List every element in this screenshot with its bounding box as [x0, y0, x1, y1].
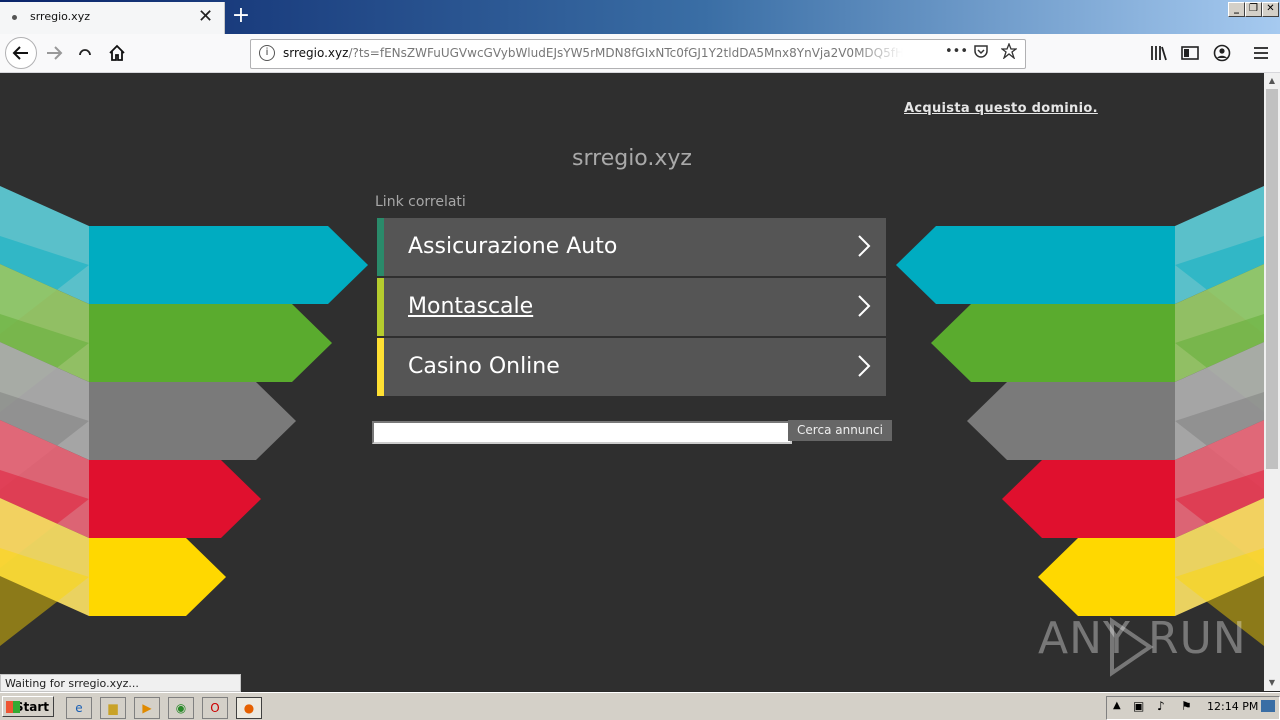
- watermark-right-text: RUN: [1148, 613, 1247, 664]
- browser-tab[interactable]: srregio.xyz ✕: [0, 2, 225, 34]
- related-link-label: Montascale: [408, 294, 534, 319]
- url-text[interactable]: srregio.xyz/?ts=fENsZWFuUGVwcGVybWludEJs…: [283, 46, 903, 60]
- opera-icon[interactable]: O: [202, 697, 228, 719]
- right-arrow-band: [896, 226, 1175, 304]
- system-tray: ▲ ▣ ♪ ⚑ 12:14 PM: [1106, 696, 1280, 720]
- back-arrow-icon: [12, 46, 28, 60]
- scroll-down-icon[interactable]: ▼: [1264, 675, 1280, 691]
- folder-icon[interactable]: ▆: [100, 697, 126, 719]
- forward-button[interactable]: [40, 39, 68, 67]
- windows-taskbar: Start e ▆ ▶ ◉ O ● ▲ ▣ ♪ ⚑ 12:14 PM: [0, 692, 1280, 720]
- bookmark-star-icon[interactable]: [1000, 42, 1018, 63]
- tray-expand-icon[interactable]: ▲: [1113, 700, 1121, 711]
- right-arrow-band: [1002, 460, 1175, 538]
- back-button[interactable]: [5, 37, 37, 69]
- left-arrow-band: [89, 304, 332, 382]
- tab-close-icon[interactable]: ✕: [198, 6, 213, 27]
- right-arrow-band: [967, 382, 1175, 460]
- home-button[interactable]: [103, 39, 131, 67]
- page-scrollbar[interactable]: ▲ ▼: [1264, 73, 1280, 691]
- link-accent-bar: [377, 278, 384, 336]
- left-arrow-band: [89, 382, 296, 460]
- account-icon[interactable]: [1208, 39, 1236, 67]
- scroll-up-icon[interactable]: ▲: [1264, 73, 1280, 89]
- firefox-icon[interactable]: ●: [236, 697, 262, 719]
- restore-button[interactable]: ❐: [1245, 2, 1262, 17]
- site-info-icon[interactable]: i: [259, 45, 275, 61]
- pocket-icon[interactable]: [973, 43, 989, 63]
- search-ads-button[interactable]: Cerca annunci: [788, 420, 892, 441]
- left-arrow-band: [89, 460, 261, 538]
- related-link-1[interactable]: Assicurazione Auto: [377, 218, 886, 276]
- related-link-2[interactable]: Montascale: [377, 278, 886, 336]
- chevron-right-icon: [858, 235, 871, 257]
- windows-logo-icon: [6, 701, 20, 713]
- ie-icon[interactable]: e: [66, 697, 92, 719]
- new-tab-button[interactable]: +: [231, 2, 251, 30]
- library-icon[interactable]: [1145, 39, 1173, 67]
- buy-domain-link[interactable]: Acquista questo dominio.: [904, 101, 1098, 116]
- link-accent-bar: [377, 218, 384, 276]
- forward-arrow-icon: [47, 46, 63, 60]
- search-ads-input[interactable]: [372, 421, 792, 444]
- media-player-icon[interactable]: ▶: [134, 697, 160, 719]
- start-button[interactable]: Start: [2, 696, 54, 717]
- tab-loading-icon: [12, 15, 17, 20]
- menu-icon[interactable]: [1247, 39, 1275, 67]
- web-page: Acquista questo dominio. srregio.xyz Lin…: [0, 73, 1264, 691]
- navigation-toolbar: i srregio.xyz/?ts=fENsZWFuUGVwcGVybWludE…: [0, 34, 1280, 73]
- chevron-right-icon: [858, 355, 871, 377]
- status-bar: Waiting for srregio.xyz...: [0, 674, 241, 692]
- url-bar[interactable]: i srregio.xyz/?ts=fENsZWFuUGVwcGVybWludE…: [250, 39, 1026, 69]
- related-link-label: Assicurazione Auto: [408, 234, 618, 259]
- anyrun-watermark: ANY RUN: [1038, 613, 1246, 677]
- right-arrow-band: [1038, 538, 1175, 616]
- network-icon[interactable]: ▣: [1133, 699, 1144, 713]
- left-arrow-band: [89, 538, 226, 616]
- action-center-flag-icon[interactable]: ⚑: [1181, 699, 1192, 713]
- scrollbar-thumb[interactable]: [1266, 89, 1278, 469]
- left-arrow-band: [89, 226, 368, 304]
- stop-icon: [79, 49, 91, 56]
- home-icon: [109, 44, 125, 61]
- tab-title: srregio.xyz: [30, 10, 90, 23]
- link-accent-bar: [377, 338, 384, 396]
- sidebar-icon[interactable]: [1176, 39, 1204, 67]
- right-arrow-band: [931, 304, 1175, 382]
- chevron-right-icon: [858, 295, 871, 317]
- domain-title: srregio.xyz: [572, 146, 692, 171]
- related-link-label: Casino Online: [408, 354, 560, 379]
- page-actions-icon[interactable]: •••: [945, 44, 968, 59]
- chrome-icon[interactable]: ◉: [168, 697, 194, 719]
- clock[interactable]: 12:14 PM: [1207, 700, 1258, 713]
- close-window-button[interactable]: ✕: [1262, 2, 1279, 17]
- tab-bar: srregio.xyz ✕ + _ ❐ ✕: [0, 0, 1280, 34]
- related-link-3[interactable]: Casino Online: [377, 338, 886, 396]
- stop-button[interactable]: [71, 39, 99, 67]
- show-desktop-icon[interactable]: [1261, 700, 1275, 712]
- minimize-button[interactable]: _: [1228, 2, 1245, 17]
- volume-icon[interactable]: ♪: [1157, 699, 1165, 713]
- related-links-label: Link correlati: [375, 194, 466, 210]
